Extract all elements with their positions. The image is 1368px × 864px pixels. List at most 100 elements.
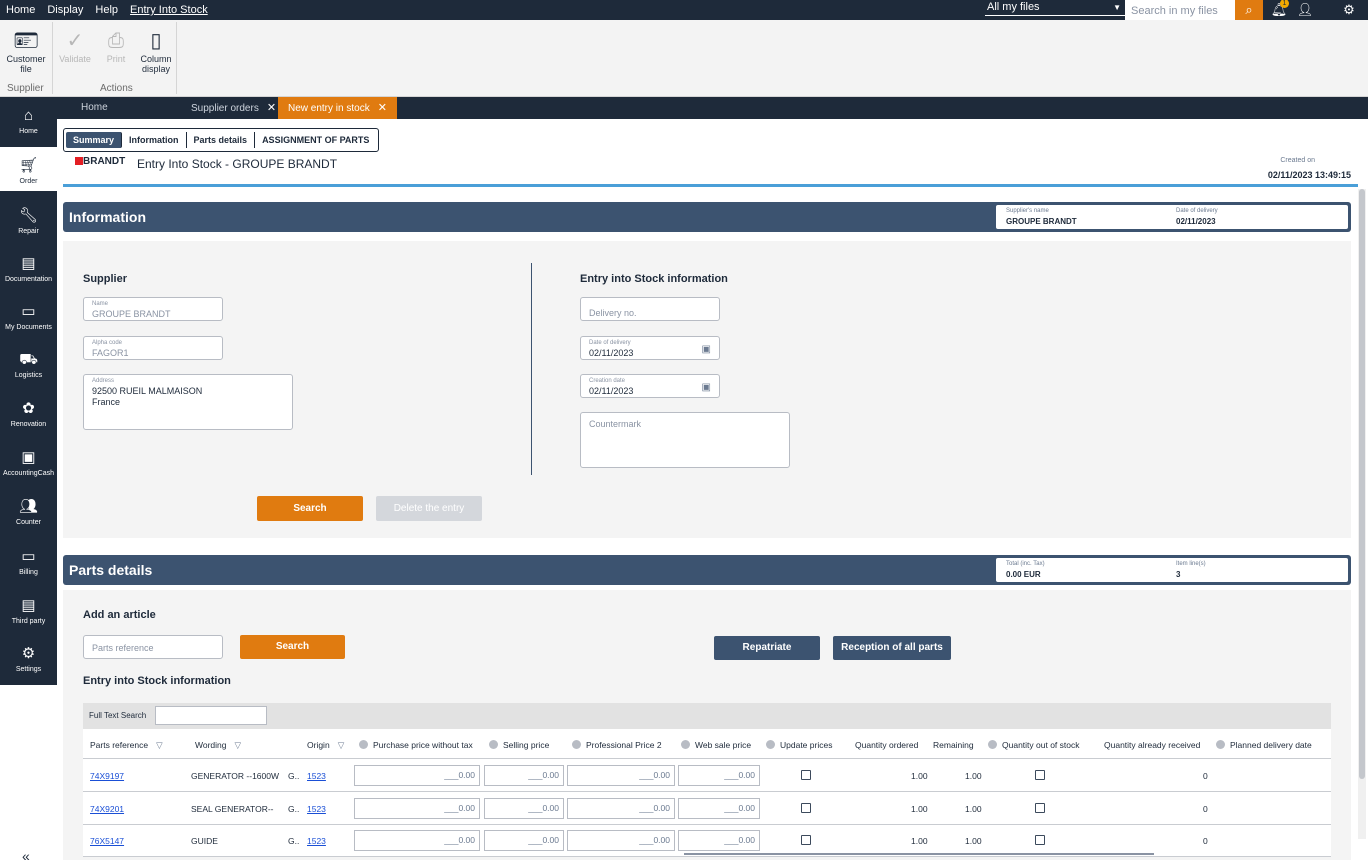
sidebar-item-documentation[interactable]: ▤ Documentation	[0, 255, 57, 284]
sidebar-item-billing[interactable]: ▭ Billing	[0, 548, 57, 577]
vertical-scrollbar[interactable]	[1358, 189, 1366, 839]
calendar-icon[interactable]: ▣	[702, 344, 711, 355]
origin-link[interactable]: 1523	[307, 804, 326, 814]
bell-icon[interactable]: 🔔︎ 1	[1268, 0, 1290, 20]
col-label: Wording	[195, 740, 227, 750]
filter-icon[interactable]: ▽	[156, 740, 163, 750]
selling-price-input[interactable]: ___0.00	[484, 830, 564, 851]
purchase-price-input[interactable]: ___0.00	[354, 830, 480, 851]
part-reference-link[interactable]: 74X9197	[90, 771, 124, 781]
tab-supplier-orders[interactable]: Supplier orders ✕	[181, 97, 286, 119]
purchase-price-input[interactable]: ___0.00	[354, 798, 480, 819]
gear-icon[interactable]: ⚙	[1338, 0, 1360, 20]
out-of-stock-checkbox[interactable]	[1035, 835, 1045, 845]
entry-info-title: Entry into Stock information	[83, 675, 231, 687]
creation-date-input[interactable]: Creation date 02/11/2023 ▣	[580, 374, 720, 398]
purchase-price-input[interactable]: ___0.00	[354, 765, 480, 786]
col-origin[interactable]: Origin ▽	[307, 740, 344, 751]
scrollbar-thumb[interactable]	[1359, 189, 1365, 779]
reception-all-parts-button[interactable]: Reception of all parts	[833, 636, 951, 660]
col-purchase-price[interactable]: Purchase price without tax	[359, 740, 473, 750]
menu-display[interactable]: Display	[41, 0, 89, 20]
sidebar-item-repair[interactable]: 🔧︎ Repair	[0, 207, 57, 236]
field-label: Name	[92, 301, 109, 307]
menu-entry-into-stock[interactable]: Entry Into Stock	[124, 0, 214, 20]
update-prices-checkbox[interactable]	[801, 803, 811, 813]
sidebar-item-settings[interactable]: ⚙ Settings	[0, 645, 57, 674]
col-label: Professional Price 2	[586, 740, 662, 750]
address-line-2: France	[92, 397, 121, 407]
col-quantity-already-received[interactable]: Quantity already received	[1104, 740, 1200, 750]
sidebar-item-order[interactable]: 🛒︎ Order	[0, 147, 57, 191]
user-icon[interactable]: 👤︎	[1294, 0, 1316, 20]
sidebar-item-accountingcash[interactable]: ▣ AccountingCash	[0, 449, 57, 478]
validate-button[interactable]: ✓ Validate	[53, 28, 97, 64]
subtab-assignment-of-parts[interactable]: ASSIGNMENT OF PARTS	[255, 132, 376, 148]
column-display-button[interactable]: ▯ Column display	[134, 28, 178, 74]
tab-home[interactable]: Home	[71, 97, 118, 119]
professional-price-input[interactable]: ___0.00	[567, 765, 675, 786]
update-prices-checkbox[interactable]	[801, 835, 811, 845]
origin-link[interactable]: 1523	[307, 771, 326, 781]
subtab-information[interactable]: Information	[122, 132, 187, 148]
print-button[interactable]: ⎙ Print	[94, 28, 138, 64]
date-of-delivery-input[interactable]: Date of delivery 02/11/2023 ▣	[580, 336, 720, 360]
close-icon[interactable]: ✕	[378, 102, 387, 114]
subtab-parts-details[interactable]: Parts details	[187, 132, 256, 148]
files-select[interactable]: All my files ▼	[985, 0, 1125, 16]
origin-link[interactable]: 1523	[307, 836, 326, 846]
sidebar-item-counter[interactable]: 👥︎ Counter	[0, 498, 57, 527]
col-label: Origin	[307, 740, 330, 750]
delete-entry-button[interactable]: Delete the entry	[376, 496, 482, 521]
col-wording[interactable]: Wording ▽	[195, 740, 241, 751]
countermark-input[interactable]: Countermark	[580, 412, 790, 468]
subtab-summary[interactable]: Summary	[66, 132, 123, 148]
tab-new-entry-in-stock[interactable]: New entry in stock ✕	[278, 97, 397, 119]
placeholder: Countermark	[589, 419, 642, 429]
col-parts-reference[interactable]: Parts reference ▽	[90, 740, 163, 751]
web-sale-price-input[interactable]: ___0.00	[678, 798, 760, 819]
selling-price-input[interactable]: ___0.00	[484, 765, 564, 786]
delivery-no-input[interactable]: Delivery no.	[580, 297, 720, 321]
col-label: Parts reference	[90, 740, 149, 750]
col-quantity-ordered[interactable]: Quantity ordered	[855, 740, 918, 750]
col-quantity-out-of-stock[interactable]: Quantity out of stock	[988, 740, 1079, 750]
parts-search-button[interactable]: Search	[240, 635, 345, 659]
part-reference-link[interactable]: 74X9201	[90, 804, 124, 814]
full-text-search-input[interactable]	[155, 706, 267, 725]
col-planned-delivery-date[interactable]: Planned delivery date	[1216, 740, 1312, 750]
web-sale-price-input[interactable]: ___0.00	[678, 830, 760, 851]
update-prices-checkbox[interactable]	[801, 770, 811, 780]
top-search-input[interactable]: Search in my files	[1125, 0, 1235, 20]
sidebar-item-home[interactable]: ⌂ Home	[0, 107, 57, 136]
collapse-sidebar-icon[interactable]: «	[22, 848, 30, 864]
sidebar-item-third-party[interactable]: ▤ Third party	[0, 597, 57, 626]
customer-file-button[interactable]: 🪪︎ Customer file	[4, 28, 48, 74]
col-remaining[interactable]: Remaining	[933, 740, 974, 750]
menu-home[interactable]: Home	[0, 0, 41, 20]
parts-reference-input[interactable]: Parts reference	[83, 635, 223, 659]
close-icon[interactable]: ✕	[267, 102, 276, 114]
professional-price-input[interactable]: ___0.00	[567, 830, 675, 851]
repatriate-button[interactable]: Repatriate	[714, 636, 820, 660]
col-professional-price[interactable]: Professional Price 2	[572, 740, 662, 750]
filter-icon[interactable]: ▽	[235, 740, 242, 750]
col-update-prices[interactable]: Update prices	[766, 740, 832, 750]
col-web-sale-price[interactable]: Web sale price	[681, 740, 751, 750]
menu-help[interactable]: Help	[89, 0, 124, 20]
out-of-stock-checkbox[interactable]	[1035, 803, 1045, 813]
search-button[interactable]: Search	[257, 496, 363, 521]
sidebar-item-my-documents[interactable]: ▭ My Documents	[0, 303, 57, 332]
professional-price-input[interactable]: ___0.00	[567, 798, 675, 819]
horizontal-scrollbar[interactable]	[684, 853, 1154, 855]
selling-price-input[interactable]: ___0.00	[484, 798, 564, 819]
part-reference-link[interactable]: 76X5147	[90, 836, 124, 846]
calendar-icon[interactable]: ▣	[702, 382, 711, 393]
sidebar-item-logistics[interactable]: ⛟ Logistics	[0, 351, 57, 380]
sidebar-item-renovation[interactable]: ✿ Renovation	[0, 400, 57, 429]
col-selling-price[interactable]: Selling price	[489, 740, 549, 750]
web-sale-price-input[interactable]: ___0.00	[678, 765, 760, 786]
filter-icon[interactable]: ▽	[338, 740, 345, 750]
out-of-stock-checkbox[interactable]	[1035, 770, 1045, 780]
search-icon[interactable]: ⌕	[1235, 0, 1263, 20]
